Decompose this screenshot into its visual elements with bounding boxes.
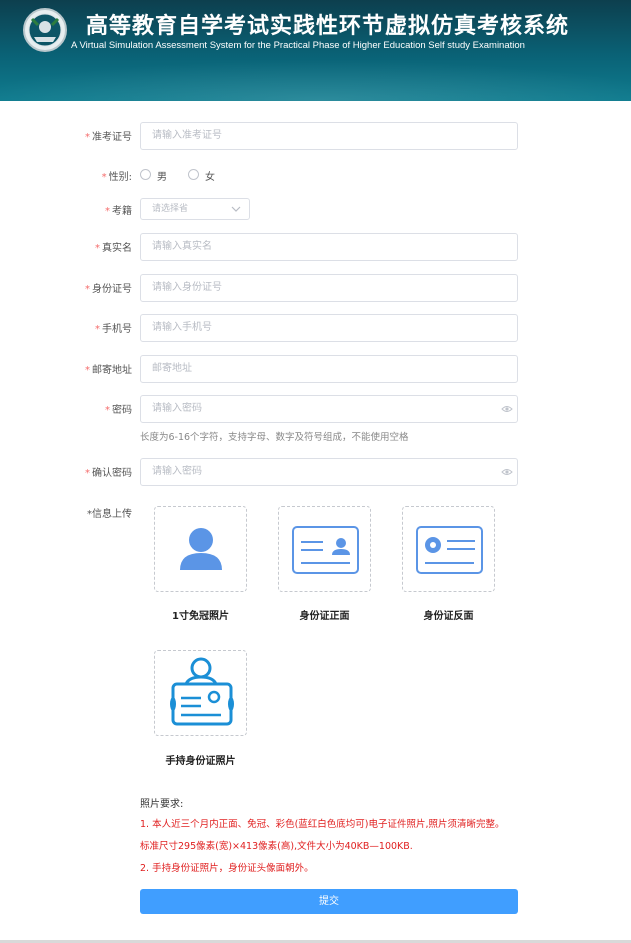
photo-requirement-line-2: 标准尺寸295像素(宽)×413像素(高),文件大小为40KB—100KB. [140, 841, 413, 852]
address-input[interactable]: 邮寄地址 [140, 355, 518, 383]
exam-id-row: * 准考证号 请输入准考证号 [0, 122, 631, 150]
id-card-back-icon [416, 526, 483, 574]
person-holding-id-icon [170, 657, 234, 726]
upload-label: *信息上传 [87, 509, 132, 520]
phone-label: * 手机号 [95, 324, 132, 335]
chevron-down-icon [231, 206, 241, 212]
address-row: * 邮寄地址 邮寄地址 [0, 355, 631, 383]
header-banner: 高等教育自学考试实践性环节虚拟仿真考核系统 A Virtual Simulati… [0, 0, 631, 101]
password-label: * 密码 [105, 405, 132, 416]
province-row: * 考籍 请选择省 [0, 198, 631, 220]
upload-id-back-box[interactable] [402, 506, 495, 592]
password-placeholder: 请输入密码 [152, 403, 202, 414]
real-name-row: * 真实名 请输入真实名 [0, 233, 631, 261]
exam-id-label: * 准考证号 [85, 132, 132, 143]
exam-id-input[interactable]: 请输入准考证号 [140, 122, 518, 150]
gender-option-male[interactable]: 男 [157, 168, 167, 183]
gender-option-female[interactable]: 女 [205, 168, 215, 183]
system-title-en: A Virtual Simulation Assessment System f… [71, 40, 525, 51]
province-label: * 考籍 [105, 206, 132, 217]
confirm-password-placeholder: 请输入密码 [152, 466, 202, 477]
gender-row: * 性别: 男 女 [0, 168, 631, 183]
confirm-password-label: * 确认密码 [85, 468, 132, 479]
upload-holding-id-caption: 手持身份证照片 [165, 756, 236, 767]
real-name-input[interactable]: 请输入真实名 [140, 233, 518, 261]
system-title-cn: 高等教育自学考试实践性环节虚拟仿真考核系统 [86, 14, 570, 39]
gender-radio-male[interactable] [140, 169, 151, 180]
real-name-label: * 真实名 [95, 243, 132, 254]
photo-requirement-line-3: 2. 手持身份证照片，身份证头像面朝外。 [140, 863, 314, 874]
eye-icon[interactable] [501, 403, 513, 415]
id-card-front-icon [292, 526, 359, 574]
phone-input[interactable]: 请输入手机号 [140, 314, 518, 342]
upload-holding-id-box[interactable] [154, 650, 247, 736]
gender-radio-female[interactable] [188, 169, 199, 180]
person-icon [180, 528, 222, 570]
upload-id-back-caption: 身份证反面 [423, 611, 474, 622]
id-number-input[interactable]: 请输入身份证号 [140, 274, 518, 302]
password-hint: 长度为6-16个字符，支持字母、数字及符号组成，不能使用空格 [140, 432, 409, 443]
confirm-password-row: * 确认密码 请输入密码 [0, 458, 631, 486]
confirm-password-input[interactable]: 请输入密码 [140, 458, 518, 486]
province-select[interactable]: 请选择省 [140, 198, 250, 220]
submit-button[interactable]: 提交 [140, 889, 518, 914]
eye-icon[interactable] [501, 466, 513, 478]
province-select-value: 请选择省 [152, 204, 189, 214]
emblem-logo-icon [23, 8, 67, 52]
phone-row: * 手机号 请输入手机号 [0, 314, 631, 342]
upload-photo-box[interactable] [154, 506, 247, 592]
address-label: * 邮寄地址 [85, 365, 132, 376]
upload-id-front-caption: 身份证正面 [299, 611, 350, 622]
upload-photo-caption: 1寸免冠照片 [172, 611, 229, 622]
password-row: * 密码 请输入密码 长度为6-16个字符，支持字母、数字及符号组成，不能使用空格 [0, 395, 631, 443]
photo-requirements-title: 照片要求: [140, 799, 184, 810]
id-number-row: * 身份证号 请输入身份证号 [0, 274, 631, 302]
gender-label: * 性别: [101, 172, 132, 183]
password-input[interactable]: 请输入密码 [140, 395, 518, 423]
id-number-label: * 身份证号 [85, 284, 132, 295]
photo-requirement-line-1: 1. 本人近三个月内正面、免冠、彩色(蓝红白色底均可)电子证件照片,照片须清晰完… [140, 819, 505, 830]
upload-id-front-box[interactable] [278, 506, 371, 592]
